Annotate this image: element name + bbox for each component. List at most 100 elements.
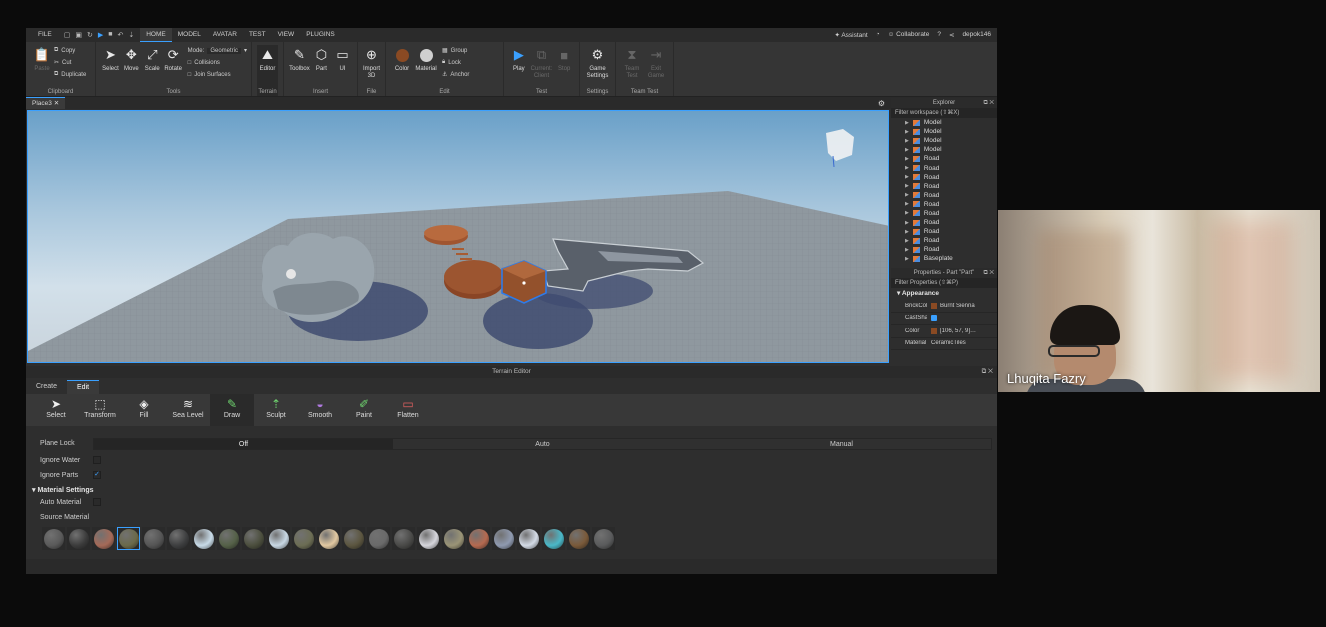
collaborate-button[interactable]: ☺ Collaborate bbox=[888, 31, 930, 39]
explorer-item[interactable]: ▶ Road bbox=[891, 173, 997, 182]
tab-edit[interactable]: Edit bbox=[67, 380, 100, 394]
material-swatch[interactable] bbox=[92, 527, 115, 550]
chevron-right-icon[interactable]: ▶ bbox=[905, 247, 909, 253]
material-swatch[interactable] bbox=[592, 527, 615, 550]
material-swatch[interactable] bbox=[217, 527, 240, 550]
copy-button[interactable]: ⧉ Copy bbox=[54, 46, 86, 55]
material-swatch[interactable] bbox=[192, 527, 215, 550]
material-swatch[interactable] bbox=[267, 527, 290, 550]
join-surfaces-toggle[interactable]: □ Join Surfaces bbox=[188, 70, 247, 79]
material-swatch[interactable] bbox=[417, 527, 440, 550]
mode-select[interactable]: Mode: Geometric ▾ bbox=[188, 46, 247, 55]
bell-icon[interactable]: ◔ bbox=[876, 31, 880, 39]
material-swatch[interactable] bbox=[292, 527, 315, 550]
material-swatch[interactable] bbox=[342, 527, 365, 550]
explorer-item[interactable]: ▶ Road bbox=[891, 182, 997, 191]
chevron-right-icon[interactable]: ▶ bbox=[905, 156, 909, 162]
tab-test[interactable]: TEST bbox=[243, 28, 272, 42]
save-icon[interactable]: ▣ bbox=[75, 31, 82, 39]
chevron-right-icon[interactable]: ▶ bbox=[905, 174, 909, 180]
explorer-item[interactable]: ▶ Model bbox=[891, 127, 997, 136]
material-swatch[interactable] bbox=[142, 527, 165, 550]
material-swatch[interactable] bbox=[517, 527, 540, 550]
material-swatch[interactable] bbox=[167, 527, 190, 550]
explorer-item[interactable]: ▶ Road bbox=[891, 245, 997, 254]
plane-lock-auto[interactable]: Auto bbox=[393, 439, 692, 449]
material-swatch[interactable] bbox=[117, 527, 140, 550]
explorer-item[interactable]: ▶ Road bbox=[891, 163, 997, 172]
terrain-flatten-tool[interactable]: ▭ Flatten bbox=[386, 394, 430, 426]
gear-icon[interactable]: ⚙ bbox=[878, 99, 885, 108]
terrain-draw-tool[interactable]: ✎ Draw bbox=[210, 394, 254, 426]
chevron-right-icon[interactable]: ▶ bbox=[905, 120, 909, 126]
new-icon[interactable]: ▢ bbox=[64, 31, 71, 39]
terrain-transform-tool[interactable]: ⬚ Transform bbox=[78, 394, 122, 426]
close-icon[interactable]: ⧉ ✕ bbox=[983, 98, 994, 108]
terrain-paint-tool[interactable]: ✐ Paint bbox=[342, 394, 386, 426]
explorer-filter-input[interactable]: Filter workspace (⇧⌘X) bbox=[891, 108, 997, 118]
material-swatch[interactable] bbox=[317, 527, 340, 550]
terrain-sculpt-tool[interactable]: ⇡ Sculpt bbox=[254, 394, 298, 426]
publish-icon[interactable]: ↻ bbox=[87, 31, 93, 39]
help-icon[interactable]: ? bbox=[937, 31, 941, 39]
share-icon[interactable]: ⋖ bbox=[949, 31, 954, 39]
tab-view[interactable]: VIEW bbox=[272, 28, 301, 42]
tab-plugins[interactable]: PLUGINS bbox=[300, 28, 341, 42]
collisions-toggle[interactable]: □ Collisions bbox=[188, 58, 247, 67]
explorer-item[interactable]: ▶ Model bbox=[891, 136, 997, 145]
plane-lock-off[interactable]: Off bbox=[94, 439, 393, 449]
ignore-water-checkbox[interactable] bbox=[93, 456, 101, 464]
terrain-smooth-tool[interactable]: ◒ Smooth bbox=[298, 394, 342, 426]
ignore-parts-checkbox[interactable]: ✓ bbox=[93, 471, 101, 479]
tab-model[interactable]: MODEL bbox=[172, 28, 207, 42]
user-name[interactable]: depok146 bbox=[962, 31, 991, 39]
chevron-right-icon[interactable]: ▶ bbox=[905, 192, 909, 198]
terrain-sea-level-tool[interactable]: ≋ Sea Level bbox=[166, 394, 210, 426]
chevron-right-icon[interactable]: ▶ bbox=[905, 256, 909, 262]
explorer-item[interactable]: ▶ Road bbox=[891, 191, 997, 200]
cut-button[interactable]: ✂ Cut bbox=[54, 58, 86, 67]
assistant-button[interactable]: ✦ Assistant bbox=[834, 31, 867, 39]
property-row[interactable]: Color [106, 57, 9]… bbox=[891, 325, 997, 338]
material-swatch[interactable] bbox=[567, 527, 590, 550]
property-row[interactable]: BrickColorBurnt Sienna bbox=[891, 300, 997, 313]
chevron-right-icon[interactable]: ▶ bbox=[905, 138, 909, 144]
checkbox-checked-icon[interactable] bbox=[931, 315, 937, 322]
material-settings-section[interactable]: ▾ Material Settings bbox=[32, 486, 93, 494]
auto-material-checkbox[interactable] bbox=[93, 498, 101, 506]
3d-viewport[interactable] bbox=[27, 110, 889, 363]
explorer-item[interactable]: ▶ Road bbox=[891, 227, 997, 236]
explorer-item[interactable]: ▶ Road bbox=[891, 154, 997, 163]
material-swatch[interactable] bbox=[367, 527, 390, 550]
explorer-item[interactable]: ▶ Road bbox=[891, 200, 997, 209]
explorer-item[interactable]: ▶ Baseplate bbox=[891, 254, 997, 263]
chevron-right-icon[interactable]: ▶ bbox=[905, 129, 909, 135]
chevron-right-icon[interactable]: ▶ bbox=[905, 210, 909, 216]
appearance-section[interactable]: ▾ Appearance bbox=[891, 288, 997, 300]
explorer-item[interactable]: ▶ Road bbox=[891, 218, 997, 227]
properties-filter-input[interactable]: Filter Properties (⇧⌘P) bbox=[891, 278, 997, 288]
tab-home[interactable]: HOME bbox=[140, 28, 172, 42]
tab-place3[interactable]: Place3 ✕ bbox=[26, 97, 66, 109]
chevron-right-icon[interactable]: ▶ bbox=[905, 147, 909, 153]
material-swatch[interactable] bbox=[67, 527, 90, 550]
explorer-item[interactable]: ▶ Model bbox=[891, 145, 997, 154]
duplicate-button[interactable]: ⧉ Duplicate bbox=[54, 70, 86, 79]
redo-icon[interactable]: ⇣ bbox=[128, 31, 134, 39]
chevron-right-icon[interactable]: ▶ bbox=[905, 220, 909, 226]
explorer-item[interactable]: ▶ Model bbox=[891, 118, 997, 127]
chevron-right-icon[interactable]: ▶ bbox=[905, 201, 909, 207]
material-swatch[interactable] bbox=[542, 527, 565, 550]
chevron-right-icon[interactable]: ▶ bbox=[905, 165, 909, 171]
material-swatch[interactable] bbox=[42, 527, 65, 550]
plane-lock-manual[interactable]: Manual bbox=[692, 439, 991, 449]
close-icon[interactable]: ✕ bbox=[54, 100, 59, 107]
undo-icon[interactable]: ↶ bbox=[117, 31, 123, 39]
tab-avatar[interactable]: AVATAR bbox=[207, 28, 243, 42]
material-swatch[interactable] bbox=[492, 527, 515, 550]
property-row[interactable]: CastShad… bbox=[891, 313, 997, 325]
tab-create[interactable]: Create bbox=[26, 380, 67, 394]
play-icon[interactable]: ▶ bbox=[98, 31, 103, 39]
stop-icon[interactable]: ■ bbox=[108, 31, 112, 39]
close-icon[interactable]: ⧉ ✕ bbox=[982, 366, 993, 378]
